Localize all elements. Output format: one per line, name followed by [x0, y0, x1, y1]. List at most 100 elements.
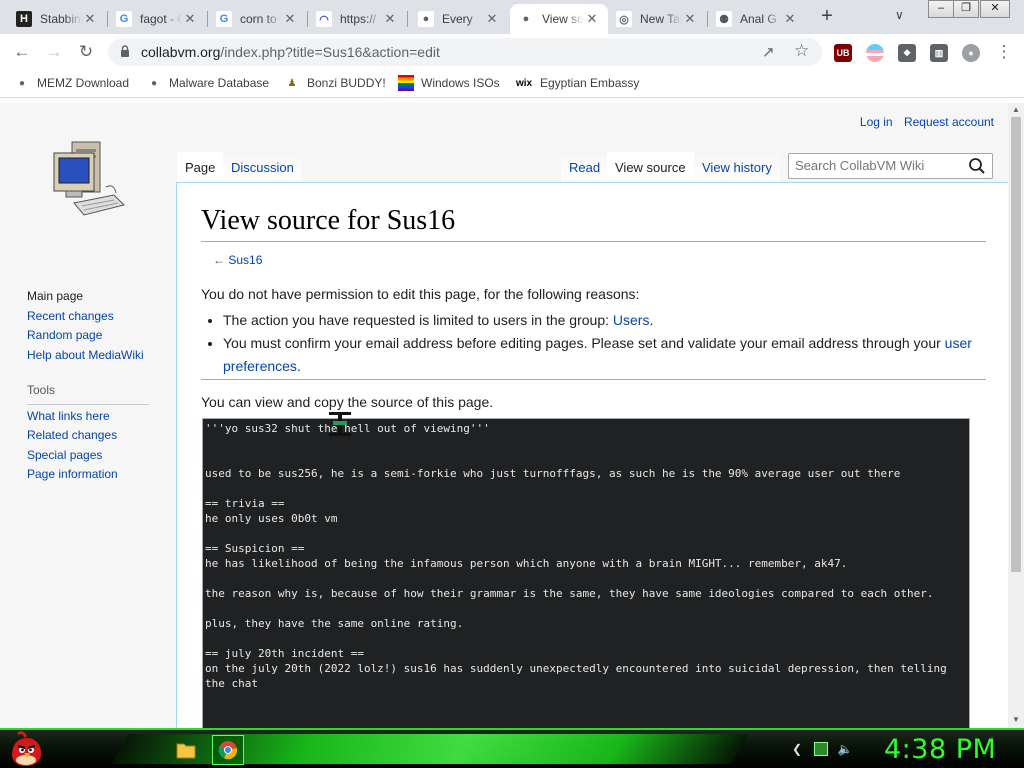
browser-tab[interactable]: ◎ New Tab ✕ — [608, 4, 706, 34]
browser-tab[interactable]: ⚉ Anal G ✕ — [708, 4, 806, 34]
tools-link[interactable]: Page information — [27, 465, 149, 485]
wiki-search-input[interactable] — [795, 158, 965, 173]
wiki-page: Log in Request account Main page Recent c… — [0, 103, 1008, 728]
back-button[interactable]: ← — [12, 42, 32, 62]
users-group-link[interactable]: Users — [613, 312, 650, 328]
bookmark-star-icon[interactable]: ☆ — [794, 41, 809, 61]
browser-tab[interactable]: Gfagot - Google✕ — [108, 4, 206, 34]
extension-icon[interactable] — [866, 44, 884, 62]
url-text[interactable]: collabvm.org/index.php?title=Sus16&actio… — [141, 44, 440, 60]
reason-email-end: . — [296, 358, 301, 374]
bookmark-item[interactable]: ● MEMZ Download — [14, 75, 129, 91]
tab-read[interactable]: Read — [561, 152, 609, 183]
search-icon[interactable] — [968, 157, 986, 175]
backlink-sus16[interactable]: Sus16 — [228, 253, 262, 267]
bookmark-icon: ● — [18, 77, 26, 89]
bookmark-item[interactable]: wix Egyptian Embassy — [515, 75, 639, 91]
tab-view-history[interactable]: View history — [694, 152, 780, 183]
reason-email: You must confirm your email address befo… — [223, 332, 983, 378]
tab-title: Every — [442, 12, 473, 26]
tab-close-icon[interactable]: ✕ — [282, 11, 298, 27]
tools-link[interactable]: Special pages — [27, 446, 149, 466]
tab-close-icon[interactable]: ✕ — [584, 11, 600, 27]
page-scroll-thumb[interactable] — [1011, 117, 1021, 572]
tools-list: What links here Related changes Special pa… — [27, 407, 149, 485]
browser-menu-button[interactable]: ⋮ — [994, 42, 1014, 62]
bookmark-label: Malware Database — [169, 76, 270, 90]
bookmark-icon: wix — [515, 77, 533, 89]
tray-arrow-icon[interactable]: ❮ — [790, 742, 804, 756]
taskbar: ❮ 🔈 4:38 PM — [0, 728, 1024, 768]
bookmark-item[interactable]: ● Malware Database — [146, 75, 269, 91]
bookmark-label: Windows ISOs — [421, 76, 500, 90]
forward-button[interactable]: → — [44, 42, 64, 62]
source-textarea[interactable]: '''yo sus32 shut the hell out of viewing… — [202, 418, 970, 728]
wiki-search-box[interactable] — [788, 153, 993, 179]
tab-favicon-icon: ⚉ — [716, 11, 732, 27]
source-text[interactable]: '''yo sus32 shut the hell out of viewing… — [205, 421, 967, 691]
tab-page[interactable]: Page — [177, 152, 224, 183]
page-scroll-up[interactable]: ▲ — [1012, 105, 1020, 114]
bookmark-label: Bonzi BUDDY! — [307, 76, 386, 90]
tools-link[interactable]: What links here — [27, 407, 149, 427]
tab-view-source[interactable]: View source — [607, 152, 694, 183]
sidebar-link[interactable]: Help about MediaWiki — [27, 346, 144, 366]
tools-link[interactable]: Related changes — [27, 426, 149, 446]
tab-close-icon[interactable]: ✕ — [82, 11, 98, 27]
network-icon[interactable] — [814, 742, 828, 756]
volume-icon[interactable]: 🔈 — [838, 742, 853, 756]
page-scrollbar[interactable]: ▲ ▼ — [1008, 103, 1024, 728]
tab-discussion-label: Discussion — [231, 160, 294, 175]
browser-tab[interactable]: Gcorn to ✕ — [208, 4, 306, 34]
folder-icon — [176, 743, 196, 759]
sidebar-link[interactable]: Main page — [27, 287, 144, 307]
tools-portal: Tools What links here Related changes Spec… — [27, 381, 149, 485]
reload-button[interactable]: ↻ — [76, 42, 96, 62]
close-window-button[interactable]: ✕ — [980, 0, 1010, 18]
extension-icon[interactable]: ▥ — [930, 44, 948, 62]
tab-discussion[interactable]: Discussion — [223, 152, 302, 183]
browser-tab[interactable]: ● Every ✕ — [410, 4, 508, 34]
browser-tab[interactable]: ◠ https:// ✕ — [308, 4, 406, 34]
new-tab-button[interactable]: + — [816, 6, 838, 28]
extension-icon[interactable]: UB — [834, 44, 852, 62]
reason-email-text: You must confirm your email address befo… — [223, 335, 945, 351]
tab-title: Anal G — [740, 12, 777, 26]
extension-icon[interactable]: ❖ — [898, 44, 916, 62]
collabvm-logo[interactable] — [48, 139, 128, 223]
tab-search-button[interactable]: ∨ — [895, 8, 904, 22]
extension-icon[interactable]: ● — [962, 44, 980, 62]
lock-icon[interactable] — [120, 45, 130, 58]
backlink: ← Sus16 — [213, 253, 262, 267]
taskbar-clock[interactable]: 4:38 PM — [884, 734, 996, 765]
bookmark-item[interactable]: ♟ Bonzi BUDDY! — [284, 75, 386, 91]
browser-tab[interactable]: H Stabbing✕ — [8, 4, 106, 34]
share-icon[interactable]: ↗ — [762, 43, 775, 61]
tab-close-icon[interactable]: ✕ — [382, 11, 398, 27]
request-account-link[interactable]: Request account — [904, 115, 994, 129]
sidebar-link[interactable]: Random page — [27, 326, 144, 346]
tab-view-history-label: View history — [702, 160, 772, 175]
page-scroll-down[interactable]: ▼ — [1012, 715, 1020, 724]
tab-favicon-icon: G — [116, 11, 132, 27]
tab-favicon-icon: ◎ — [616, 11, 632, 27]
address-bar[interactable]: collabvm.org/index.php?title=Sus16&actio… — [108, 38, 822, 66]
minimize-button[interactable]: – — [928, 0, 954, 18]
start-button-icon[interactable] — [8, 730, 44, 768]
tab-close-icon[interactable]: ✕ — [484, 11, 500, 27]
login-link[interactable]: Log in — [860, 115, 893, 129]
chrome-taskbar-icon[interactable] — [212, 735, 244, 765]
tab-close-icon[interactable]: ✕ — [782, 11, 798, 27]
tab-close-icon[interactable]: ✕ — [182, 11, 198, 27]
tab-title: View source — [542, 12, 584, 26]
file-explorer-taskbar-icon[interactable] — [170, 735, 202, 765]
tab-close-icon[interactable]: ✕ — [682, 11, 698, 27]
tab-title: fagot - Google — [140, 12, 182, 26]
tab-strip: HStabbing✕Gfagot - Google✕Gcorn to✕◠http… — [0, 0, 1024, 34]
bookmark-item[interactable]: Windows ISOs — [398, 75, 500, 91]
browser-tab[interactable]: ● View source✕ — [510, 4, 608, 34]
tab-favicon-icon: ◠ — [316, 11, 332, 27]
tab-separator — [407, 11, 408, 27]
sidebar-link[interactable]: Recent changes — [27, 307, 144, 327]
maximize-button[interactable]: ❐ — [953, 0, 979, 18]
